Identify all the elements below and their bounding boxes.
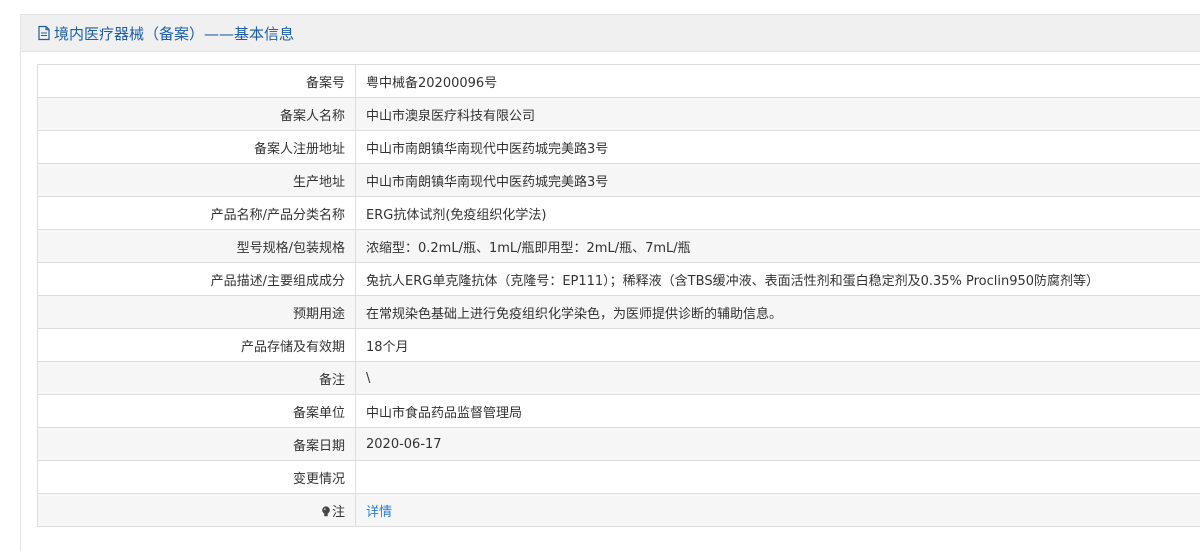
row-label: 产品名称/产品分类名称	[37, 196, 356, 230]
row-label: 预期用途	[37, 295, 356, 329]
row-value: \	[355, 361, 1200, 395]
row-label: 生产地址	[37, 163, 356, 197]
row-value: 中山市澳泉医疗科技有限公司	[355, 97, 1200, 131]
table-row: 生产地址 中山市南朗镇华南现代中医药城完美路3号	[37, 163, 1200, 197]
row-label: 备案人注册地址	[37, 130, 356, 164]
row-label: 变更情况	[37, 460, 356, 494]
row-label: 产品描述/主要组成成分	[37, 262, 356, 296]
page-title: 境内医疗器械（备案）——基本信息	[54, 24, 295, 43]
row-label: 产品存储及有效期	[37, 328, 356, 362]
row-label: 备注	[37, 361, 356, 395]
row-label: 型号规格/包装规格	[37, 229, 356, 263]
table-row: 备案号 粤中械备20200096号	[37, 64, 1200, 98]
info-table: 备案号 粤中械备20200096号 备案人名称 中山市澳泉医疗科技有限公司 备案…	[37, 64, 1200, 527]
table-row: 变更情况	[37, 460, 1200, 494]
note-label: 注	[331, 504, 345, 520]
row-value: 2020-06-17	[355, 427, 1200, 461]
row-value: 在常规染色基础上进行免疫组织化学染色，为医师提供诊断的辅助信息。	[355, 295, 1200, 329]
table-row: 备案日期 2020-06-17	[37, 427, 1200, 461]
row-value: 浓缩型：0.2mL/瓶、1mL/瓶即用型：2mL/瓶、7mL/瓶	[355, 229, 1200, 263]
row-value: 中山市食品药品监督管理局	[355, 394, 1200, 428]
bulb-icon	[321, 505, 331, 517]
row-value: 中山市南朗镇华南现代中医药城完美路3号	[355, 163, 1200, 197]
table-row: 预期用途 在常规染色基础上进行免疫组织化学染色，为医师提供诊断的辅助信息。	[37, 295, 1200, 329]
row-value: 兔抗人ERG单克隆抗体（克隆号：EP111）；稀释液（含TBS缓冲液、表面活性剂…	[355, 262, 1200, 296]
table-row: 备案单位 中山市食品药品监督管理局	[37, 394, 1200, 428]
row-label: 备案单位	[37, 394, 356, 428]
table-row: 备案人注册地址 中山市南朗镇华南现代中医药城完美路3号	[37, 130, 1200, 164]
info-panel: 境内医疗器械（备案）——基本信息 备案号 粤中械备20200096号 备案人名称…	[20, 14, 1200, 551]
document-icon	[37, 25, 51, 41]
note-row: 注 详情	[37, 493, 1200, 527]
row-label: 备案日期	[37, 427, 356, 461]
row-value: 中山市南朗镇华南现代中医药城完美路3号	[355, 130, 1200, 164]
note-value-cell: 详情	[355, 493, 1200, 527]
table-row: 产品描述/主要组成成分 兔抗人ERG单克隆抗体（克隆号：EP111）；稀释液（含…	[37, 262, 1200, 296]
table-row: 型号规格/包装规格 浓缩型：0.2mL/瓶、1mL/瓶即用型：2mL/瓶、7mL…	[37, 229, 1200, 263]
panel-header: 境内医疗器械（备案）——基本信息	[21, 15, 1200, 52]
row-value	[355, 460, 1200, 494]
row-value: ERG抗体试剂(免疫组织化学法)	[355, 196, 1200, 230]
detail-link[interactable]: 详情	[366, 505, 392, 520]
table-row: 备案人名称 中山市澳泉医疗科技有限公司	[37, 97, 1200, 131]
row-value: 粤中械备20200096号	[355, 64, 1200, 98]
note-label-cell: 注	[37, 493, 356, 527]
table-row: 备注 \	[37, 361, 1200, 395]
table-row: 产品名称/产品分类名称 ERG抗体试剂(免疫组织化学法)	[37, 196, 1200, 230]
row-label: 备案号	[37, 64, 356, 98]
row-label: 备案人名称	[37, 97, 356, 131]
row-value: 18个月	[355, 328, 1200, 362]
table-row: 产品存储及有效期 18个月	[37, 328, 1200, 362]
